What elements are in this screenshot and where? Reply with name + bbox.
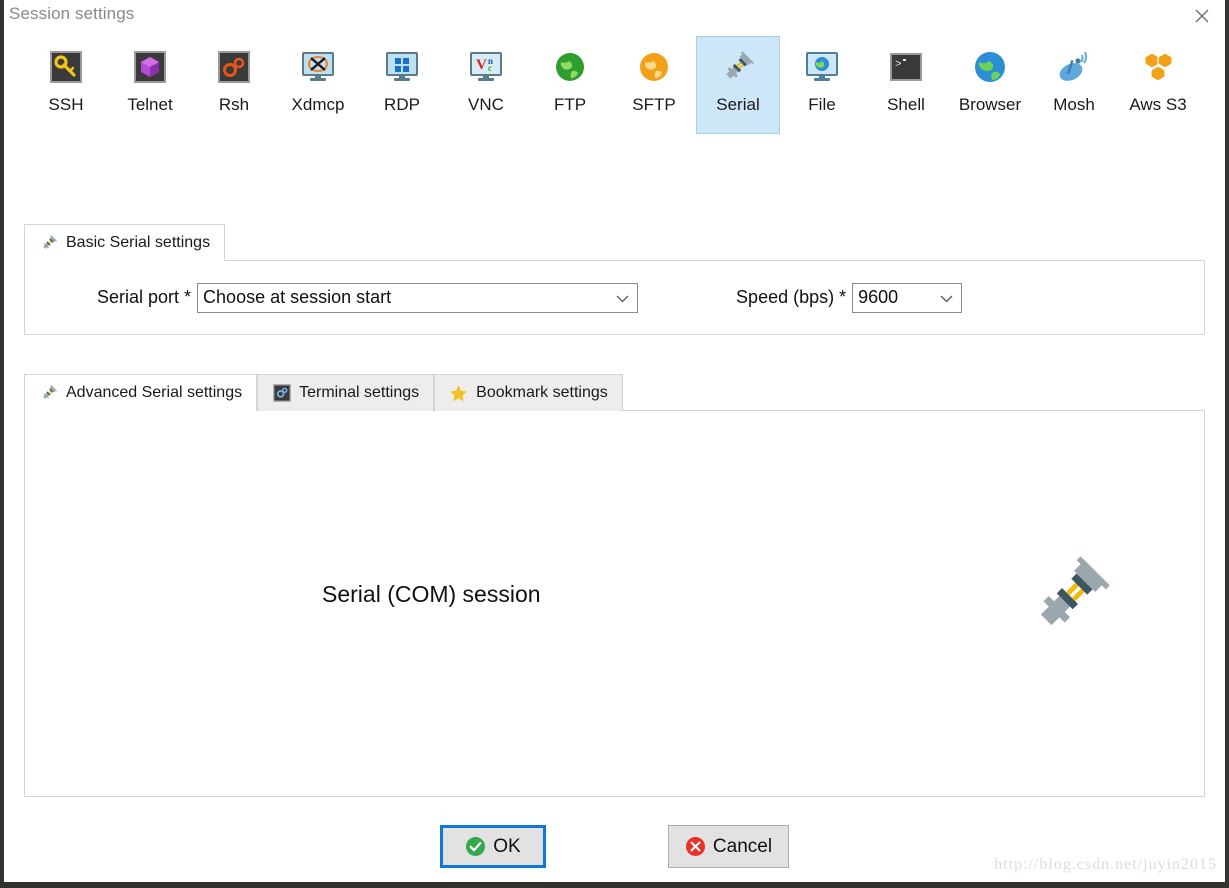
tab-label: Basic Serial settings	[66, 234, 211, 251]
vnc-monitor-icon: V n c	[466, 47, 506, 87]
protocol-xdmcp[interactable]: Xdmcp	[276, 36, 360, 134]
cancel-button[interactable]: Cancel	[667, 825, 790, 868]
serial-port-label: Serial port *	[97, 287, 192, 307]
close-icon[interactable]	[1187, 2, 1217, 30]
cancel-button-label: Cancel	[712, 835, 773, 857]
browser-globe-icon	[970, 47, 1010, 87]
tab-basic-serial-settings[interactable]: Basic Serial settings	[24, 224, 226, 262]
protocol-label: Shell	[887, 95, 925, 114]
serial-port-select[interactable]: Choose at session start	[197, 282, 639, 313]
session-settings-window: Session settings SSH Telnet Rsh Xdmcp RD…	[4, 0, 1225, 882]
sftp-orange-globe-icon	[634, 47, 674, 87]
serial-port-value: Choose at session start	[203, 287, 392, 307]
xdmcp-monitor-icon	[298, 47, 338, 87]
mosh-satellite-icon	[1054, 47, 1094, 87]
file-monitor-globe-icon	[802, 47, 842, 87]
basic-settings-tabstrip: Basic Serial settings	[24, 223, 1205, 262]
ftp-green-globe-icon	[550, 47, 590, 87]
shell-terminal-icon: >	[886, 47, 926, 87]
chevron-down-icon	[616, 287, 629, 308]
speed-value: 9600	[858, 287, 899, 307]
chevron-down-icon	[940, 287, 953, 308]
tab-advanced-serial-settings[interactable]: Advanced Serial settings	[24, 374, 258, 412]
serial-plug-icon	[718, 47, 758, 87]
protocol-mosh[interactable]: Mosh	[1032, 36, 1116, 134]
protocol-label: SFTP	[632, 95, 676, 114]
star-icon	[449, 384, 468, 403]
tab-bookmark-settings[interactable]: Bookmark settings	[434, 374, 623, 411]
protocol-label: Serial	[716, 95, 760, 114]
protocol-label: VNC	[468, 95, 504, 114]
protocol-browser[interactable]: Browser	[948, 36, 1032, 134]
protocol-label: Aws S3	[1129, 95, 1187, 114]
protocol-label: File	[808, 95, 836, 114]
serial-plug-icon	[39, 234, 58, 253]
protocol-shell[interactable]: > Shell	[864, 36, 948, 134]
protocol-label: Browser	[958, 95, 1022, 114]
tab-label: Terminal settings	[299, 384, 420, 401]
session-caption: Serial (COM) session	[322, 581, 541, 607]
protocol-label: Xdmcp	[291, 95, 345, 114]
terminal-gear-icon	[272, 384, 291, 403]
ok-button-label: OK	[493, 835, 521, 857]
protocol-ftp[interactable]: FTP	[528, 36, 612, 134]
error-circle-icon	[685, 836, 706, 857]
svg-text:V: V	[476, 57, 487, 73]
protocol-label: RDP	[384, 95, 420, 114]
svg-text:>: >	[895, 59, 902, 71]
protocol-rdp[interactable]: RDP	[360, 36, 444, 134]
protocol-label: FTP	[553, 95, 587, 114]
serial-plug-icon	[39, 384, 58, 403]
rsh-gears-icon	[214, 47, 254, 87]
tab-terminal-settings[interactable]: Terminal settings	[257, 374, 435, 411]
basic-settings-fields: Serial port * Choose at session start Sp…	[25, 261, 1204, 334]
protocol-file[interactable]: File	[780, 36, 864, 134]
telnet-cube-icon	[130, 47, 170, 87]
ssh-key-icon	[46, 47, 86, 87]
protocol-telnet[interactable]: Telnet	[108, 36, 192, 134]
speed-field: Speed (bps) * 9600	[736, 282, 963, 313]
speed-label: Speed (bps) *	[736, 287, 847, 307]
protocol-aws-s3[interactable]: Aws S3	[1116, 36, 1200, 134]
protocol-label: SSH	[48, 95, 84, 114]
protocol-sftp[interactable]: SFTP	[612, 36, 696, 134]
advanced-settings-tabstrip: Advanced Serial settings Terminal settin…	[24, 373, 1205, 412]
ok-button[interactable]: OK	[439, 825, 546, 868]
page-title: Session settings	[9, 4, 135, 23]
serial-plug-icon	[1025, 551, 1115, 641]
protocol-vnc[interactable]: V n c VNC	[444, 36, 528, 134]
protocol-label: Mosh	[1053, 95, 1095, 114]
protocol-ssh[interactable]: SSH	[24, 36, 108, 134]
protocol-toolbar: SSH Telnet Rsh Xdmcp RDP V n c VNC FTP S…	[4, 36, 1225, 151]
check-circle-icon	[465, 836, 486, 857]
tab-label: Advanced Serial settings	[66, 384, 243, 401]
rdp-windows-monitor-icon	[382, 47, 422, 87]
protocol-serial[interactable]: Serial	[696, 36, 780, 134]
protocol-rsh[interactable]: Rsh	[192, 36, 276, 134]
protocol-label: Telnet	[127, 95, 173, 114]
window-titlebar: Session settings	[4, 0, 1225, 34]
svg-text:c: c	[488, 63, 492, 73]
advanced-settings-tabgroup: Advanced Serial settings Terminal settin…	[24, 373, 1205, 797]
basic-settings-tabgroup: Basic Serial settings Serial port * Choo…	[24, 223, 1205, 335]
protocol-label: Rsh	[218, 95, 250, 114]
speed-select[interactable]: 9600	[852, 282, 963, 313]
aws-s3-boxes-icon	[1138, 47, 1178, 87]
advanced-settings-panel: Serial (COM) session	[24, 410, 1205, 797]
basic-settings-panel: Serial port * Choose at session start Sp…	[24, 260, 1205, 335]
tab-label: Bookmark settings	[476, 384, 608, 401]
watermark-text: http://blog.csdn.net/juyin2015	[994, 856, 1217, 873]
